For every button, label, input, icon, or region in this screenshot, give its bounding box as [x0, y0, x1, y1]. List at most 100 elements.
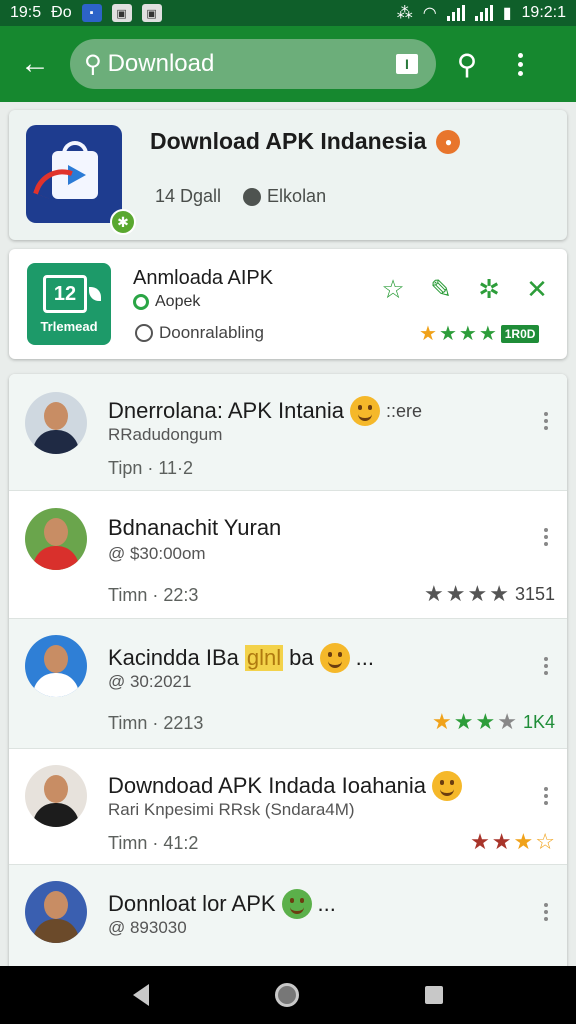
status-bar: 19:5 Ɖo ▪ ▣ ▣ ⁂ ◠ ▮ 19:2:1 — [0, 0, 576, 26]
star-outline-icon[interactable]: ☆ — [377, 273, 409, 305]
list-item-time: Tipn · 11·2 — [108, 458, 194, 478]
notification-photo-icon: ▣ — [141, 4, 162, 22]
list-item[interactable]: Bdnanachit Yuran @ $30:00om Timn · 22:3 … — [9, 491, 567, 619]
vibrate-icon: ⁂ — [396, 5, 413, 22]
star-icon: ★ — [419, 323, 437, 345]
featured-author-wrap: Elkolan — [243, 186, 326, 207]
star-icon: ★ — [432, 709, 452, 734]
app-status: Doonralabling — [159, 323, 264, 342]
list-item[interactable]: Downdoad APK Indada Ioahania Rari Knpesi… — [9, 749, 567, 865]
app-bar: ← ⚲ Download I ⚲ — [0, 26, 576, 102]
nav-home-icon[interactable] — [275, 983, 299, 1007]
app-title: Anmloada AIPK — [133, 267, 274, 289]
clock-icon — [243, 188, 262, 207]
rating-count: 1K4 — [522, 711, 555, 732]
wifi-icon: ◠ — [422, 5, 437, 22]
featured-meta: 14 Dgall Elkolan — [155, 186, 326, 207]
star-icon: ★ — [445, 581, 466, 606]
list-item-title-suffix: ::ere — [386, 400, 423, 421]
system-nav-bar — [0, 966, 576, 1024]
item-menu-icon[interactable] — [541, 787, 551, 805]
list-item-title-tail: ba — [289, 645, 314, 670]
edit-icon[interactable]: ✎ — [425, 273, 457, 305]
list-item-title-row: Kacindda IBa glnl ba ... — [108, 643, 374, 673]
list-item-time: Timn · 41:2 — [108, 833, 199, 853]
avatar — [25, 635, 87, 697]
item-menu-icon[interactable] — [541, 528, 551, 546]
list-item-title-suffix: ... — [355, 645, 374, 670]
app-rating: ★ ★ ★ ★ 1R0D — [419, 321, 540, 346]
status-clock: 19:2:1 — [521, 4, 566, 21]
app-status-row: Doonralabling — [135, 323, 264, 343]
list-item-title-suffix: ... — [317, 891, 336, 916]
back-arrow-icon[interactable]: ← — [0, 26, 70, 102]
rating: ★ ★ ★ ☆ — [470, 829, 555, 855]
star-icon: ★ — [424, 581, 444, 606]
star-icon: ★ — [489, 581, 509, 606]
list-item-title-row: Dnerrolana: APK Intania ::ere — [108, 396, 422, 426]
star-icon: ★ — [438, 323, 457, 345]
progress-ring-icon — [135, 324, 153, 342]
app-icon-label: Trlemead — [40, 319, 98, 334]
search-button-icon[interactable]: ⚲ — [436, 26, 498, 102]
smile-emoji-icon — [432, 771, 463, 801]
list-item[interactable]: Kacindda IBa glnl ba ... @ 30:2021 Timn … — [9, 619, 567, 749]
list-item-time: Timn · 2213 — [108, 713, 204, 733]
globe-icon — [281, 889, 312, 919]
rating-badge: 1R0D — [500, 324, 540, 343]
green-ring-icon — [133, 294, 149, 310]
rating: ★ ★ ★ ★ 1K4 — [432, 709, 555, 735]
notification-image-icon: ▣ — [111, 4, 132, 22]
star-icon: ★ — [458, 323, 477, 345]
star-icon: ★ — [470, 829, 490, 854]
battery-icon: ▮ — [502, 5, 512, 22]
featured-title-row: Download APK Indanesia ● — [150, 128, 461, 155]
list-item-title: Donnloat lor APK — [108, 891, 276, 916]
list-item-title: Downdoad APK Indada Ioahania — [108, 773, 427, 798]
list-item-time: Timn · 22:3 — [108, 585, 199, 605]
list-item[interactable]: Donnloat lor APK ... @ 893030 — [9, 865, 567, 974]
smile-emoji-icon — [350, 396, 381, 426]
star-icon: ★ — [478, 323, 497, 345]
search-input[interactable]: Download — [108, 50, 396, 78]
app-store-bag-icon: ✱ — [26, 125, 136, 235]
close-icon[interactable]: ✕ — [521, 273, 553, 305]
status-carrier: Ɖo — [51, 4, 72, 21]
leaf-icon — [89, 287, 101, 301]
keyboard-badge-icon[interactable]: I — [396, 54, 418, 74]
app-card[interactable]: 12 Trlemead Anmloada AIPK Aopek Doonrala… — [9, 249, 567, 359]
search-field[interactable]: ⚲ Download I — [70, 39, 436, 89]
item-menu-icon[interactable] — [541, 412, 551, 430]
search-icon: ⚲ — [84, 50, 102, 78]
list-item-title: Kacindda IBa — [108, 645, 239, 670]
overflow-menu-icon[interactable] — [498, 26, 542, 102]
list-item-subtitle: Rari Knpesimi RRsk (Sndara4M) — [108, 800, 355, 819]
nav-back-icon[interactable] — [133, 984, 149, 1006]
list-item[interactable]: Dnerrolana: APK Intania ::ere RRadudongu… — [9, 374, 567, 491]
app-subtitle: Aopek — [155, 293, 201, 310]
app-actions: ☆ ✎ ✲ ✕ — [377, 273, 553, 305]
item-menu-icon[interactable] — [541, 903, 551, 921]
star-icon: ★ — [497, 709, 517, 734]
star-icon: ★ — [453, 709, 474, 734]
star-icon: ★ — [467, 581, 488, 606]
avatar — [25, 765, 87, 827]
calendar-app-icon: 12 Trlemead — [27, 263, 111, 345]
star-icon: ★ — [475, 709, 496, 734]
nav-recents-icon[interactable] — [425, 986, 443, 1004]
flag-icon: ● — [436, 129, 461, 154]
avatar — [25, 508, 87, 570]
highlighted-term: glnl — [244, 645, 284, 671]
item-menu-icon[interactable] — [541, 657, 551, 675]
list-item-title: Bdnanachit Yuran — [108, 515, 282, 540]
signal-2-icon — [474, 5, 493, 21]
share-icon[interactable]: ✲ — [473, 273, 505, 305]
rating-count: 3151 — [514, 583, 555, 604]
featured-app-card[interactable]: ✱ Download APK Indanesia ● 14 Dgall Elko… — [9, 110, 567, 240]
featured-title: Download APK Indanesia — [150, 128, 427, 154]
star-icon: ★ — [491, 829, 512, 854]
calendar-icon: 12 — [43, 275, 87, 313]
app-subtitle-row: Aopek — [133, 293, 200, 311]
star-icon: ★ — [513, 829, 534, 854]
list-item-title-row: Donnloat lor APK ... — [108, 889, 336, 919]
